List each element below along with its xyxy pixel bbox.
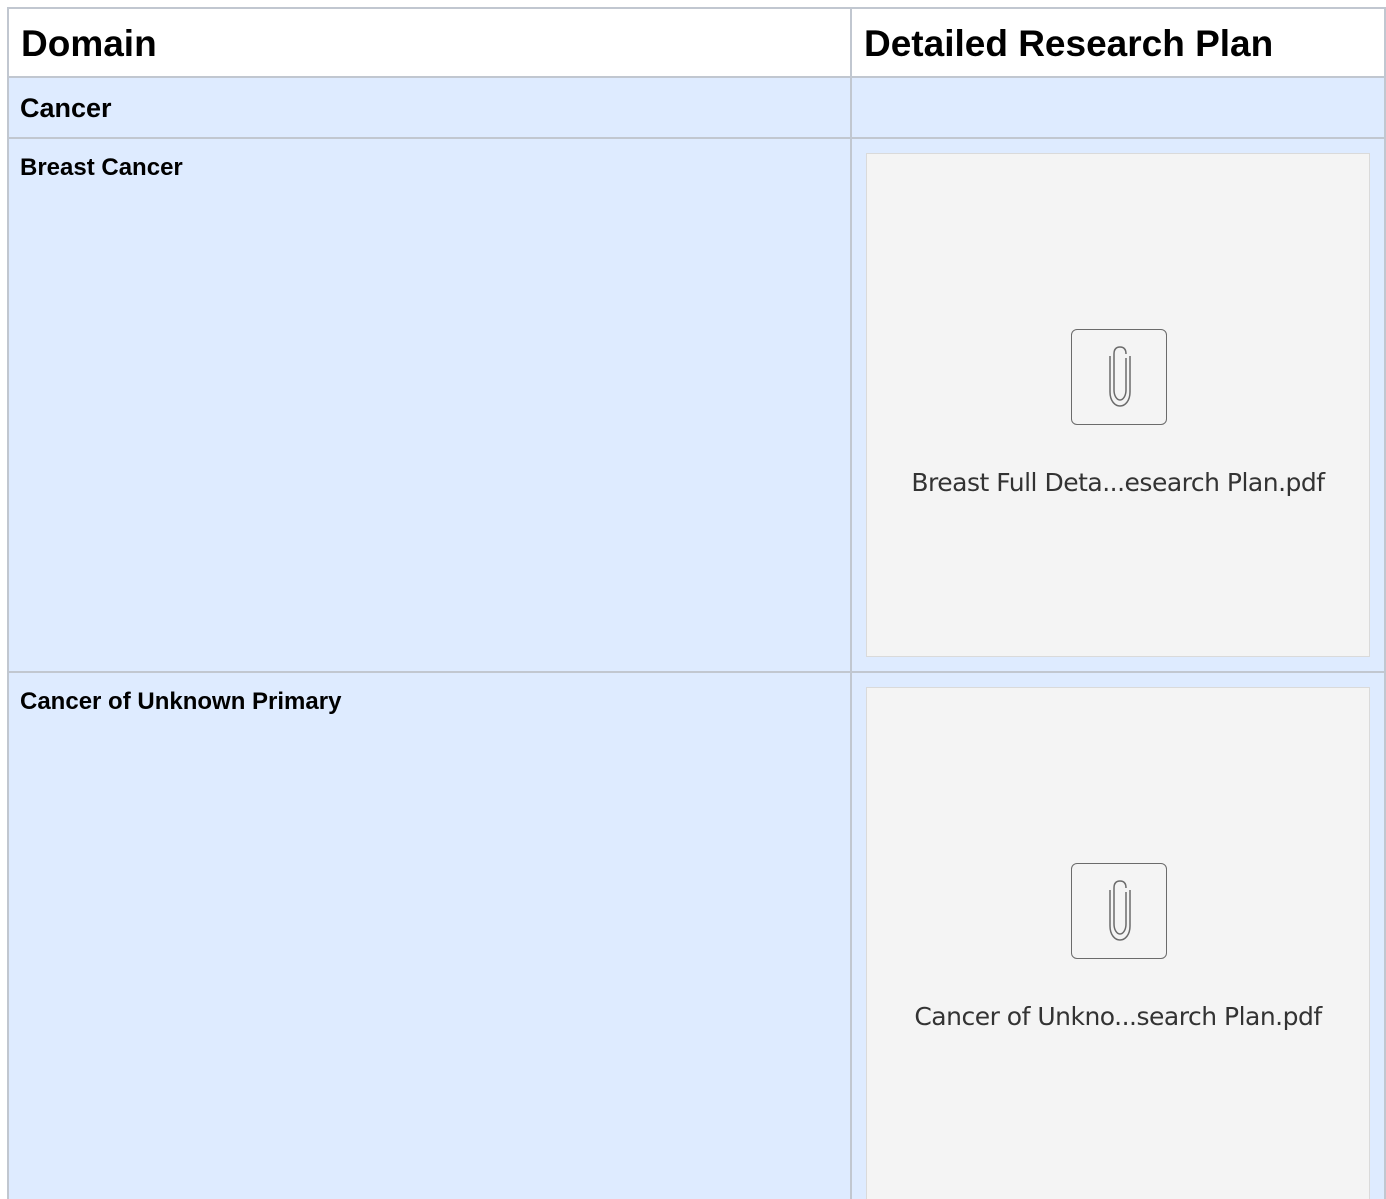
- table-row: Breast Cancer Breast Full Deta...esearch…: [9, 139, 1386, 673]
- header-plan-label: Detailed Research Plan: [864, 23, 1274, 64]
- attachment-preview[interactable]: Breast Full Deta...esearch Plan.pdf: [866, 153, 1370, 657]
- attachment-file-name: Cancer of Unkno...search Plan.pdf: [914, 1002, 1322, 1031]
- paperclip-icon: [1071, 863, 1167, 959]
- table-header-row: Domain Detailed Research Plan: [9, 9, 1386, 78]
- domain-label: Cancer of Unknown Primary: [20, 688, 342, 715]
- domain-label: Breast Cancer: [20, 154, 183, 181]
- attachment-file-name: Breast Full Deta...esearch Plan.pdf: [911, 468, 1325, 497]
- attachment-preview[interactable]: Cancer of Unkno...search Plan.pdf: [866, 687, 1370, 1199]
- table-row: Cancer of Unknown Primary Cancer of Unkn…: [9, 673, 1386, 1199]
- header-cell-plan: Detailed Research Plan: [852, 9, 1386, 78]
- group-row-cancer: Cancer: [9, 78, 1386, 139]
- plan-cell: Breast Full Deta...esearch Plan.pdf: [852, 139, 1386, 673]
- group-label: Cancer: [20, 93, 112, 123]
- group-cell-label: Cancer: [9, 78, 852, 139]
- group-cell-empty: [852, 78, 1386, 139]
- domain-cell: Cancer of Unknown Primary: [9, 673, 852, 1199]
- page: Domain Detailed Research Plan Cancer Bre…: [0, 0, 1386, 1199]
- paperclip-icon: [1071, 329, 1167, 425]
- plan-cell: Cancer of Unkno...search Plan.pdf: [852, 673, 1386, 1199]
- header-domain-label: Domain: [21, 23, 157, 64]
- domain-cell: Breast Cancer: [9, 139, 852, 673]
- header-cell-domain: Domain: [9, 9, 852, 78]
- research-plan-table: Domain Detailed Research Plan Cancer Bre…: [7, 7, 1386, 1199]
